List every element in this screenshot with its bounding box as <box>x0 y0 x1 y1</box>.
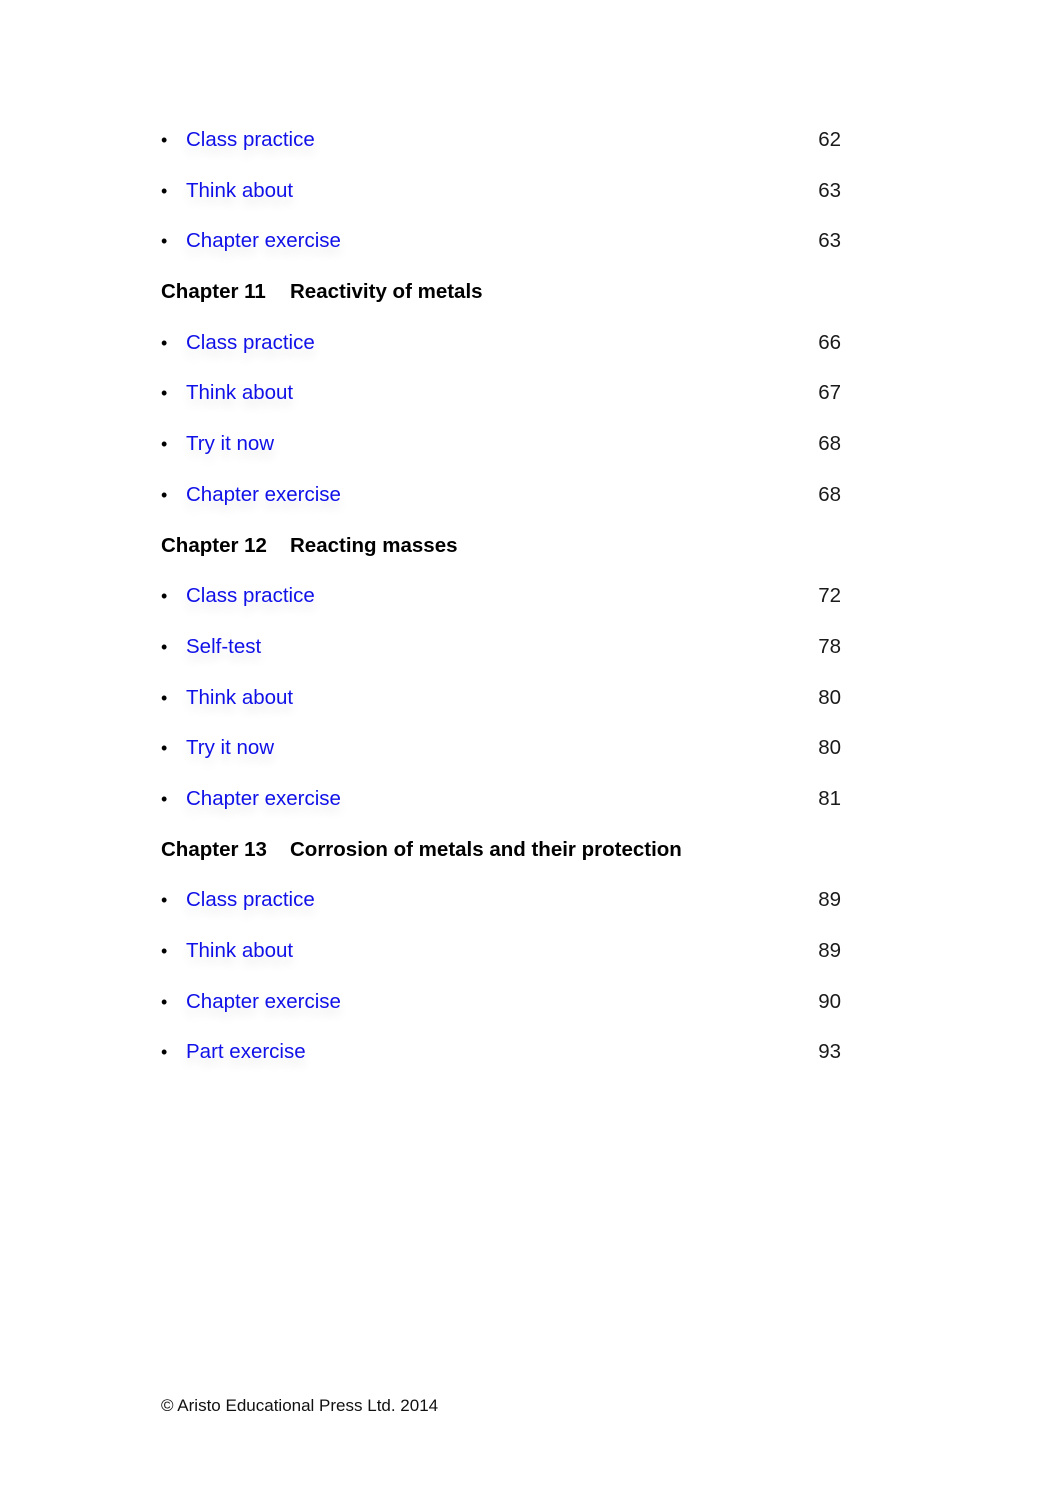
page-number: 93 <box>818 1040 841 1064</box>
toc-entry: • Chapter exercise 63 <box>161 227 841 278</box>
bullet-icon: • <box>161 890 168 911</box>
toc-entry: • Think about 63 <box>161 177 841 228</box>
bullet-icon: • <box>161 231 168 252</box>
chapter-heading: Chapter 13 Corrosion of metals and their … <box>161 836 841 887</box>
toc-link[interactable]: Part exercise <box>186 1038 306 1066</box>
toc-link[interactable]: Class practice <box>186 582 315 610</box>
chapter-title: Reacting masses <box>290 533 458 557</box>
toc-link[interactable]: Think about <box>186 937 293 965</box>
toc-link[interactable]: Try it now <box>186 430 274 458</box>
page-number: 80 <box>818 736 841 760</box>
page-number: 80 <box>818 685 841 709</box>
bullet-icon: • <box>161 434 168 455</box>
toc-link[interactable]: Think about <box>186 379 293 407</box>
bullet-icon: • <box>161 941 168 961</box>
page-number: 81 <box>818 786 841 810</box>
toc-entry: • Chapter exercise 81 <box>161 785 841 836</box>
bullet-icon: • <box>161 788 168 809</box>
table-of-contents: • Class practice 62 • Think about 63 • Chapter … <box>161 126 841 1089</box>
page-number: 67 <box>818 381 841 405</box>
chapter-number: Chapter 13 <box>161 837 267 861</box>
chapter-heading: Chapter 11 Reactivity of metals <box>161 278 841 329</box>
toc-link[interactable]: Chapter exercise <box>186 227 341 255</box>
toc-entry: • Think about 89 <box>161 937 841 988</box>
toc-link[interactable]: Chapter exercise <box>186 785 341 813</box>
bullet-icon: • <box>161 991 168 1012</box>
bullet-icon: • <box>161 130 168 150</box>
page-number: 89 <box>818 888 841 912</box>
toc-link[interactable]: Class practice <box>186 886 315 914</box>
chapter-title: Reactivity of metals <box>290 280 483 304</box>
toc-link[interactable]: Think about <box>186 177 293 205</box>
toc-entry: • Think about 80 <box>161 684 841 735</box>
page-number: 72 <box>818 584 841 608</box>
toc-entry: • Class practice 62 <box>161 126 841 177</box>
toc-link[interactable]: Chapter exercise <box>186 481 341 509</box>
bullet-icon: • <box>161 383 168 404</box>
bullet-icon: • <box>161 180 168 201</box>
chapter-heading: Chapter 12 Reacting masses <box>161 532 841 583</box>
page-number: 66 <box>818 330 841 354</box>
copyright-footer: © Aristo Educational Press Ltd. 2014 <box>161 1396 439 1415</box>
toc-entry: • Try it now 80 <box>161 734 841 785</box>
bullet-icon: • <box>161 484 168 505</box>
toc-entry: • Self-test 78 <box>161 633 841 684</box>
toc-entry: • Part exercise 93 <box>161 1038 841 1089</box>
toc-link[interactable]: Think about <box>186 684 293 712</box>
toc-entry: • Class practice 66 <box>161 329 841 380</box>
toc-link[interactable]: Try it now <box>186 734 274 762</box>
toc-entry: • Think about 67 <box>161 379 841 430</box>
page-number: 90 <box>818 989 841 1013</box>
toc-link[interactable]: Self-test <box>186 633 261 661</box>
toc-link[interactable]: Chapter exercise <box>186 988 341 1016</box>
toc-entry: • Class practice 72 <box>161 582 841 633</box>
bullet-icon: • <box>161 586 168 607</box>
toc-link[interactable]: Class practice <box>186 329 315 357</box>
toc-link[interactable]: Class practice <box>186 126 315 154</box>
page-number: 62 <box>818 128 841 151</box>
chapter-number: Chapter 12 <box>161 533 267 557</box>
chapter-number: Chapter 11 <box>161 280 266 304</box>
chapter-title: Corrosion of metals and their protection <box>290 837 682 861</box>
bullet-icon: • <box>161 1042 168 1063</box>
page-number: 63 <box>818 178 841 202</box>
toc-entry: • Chapter exercise 90 <box>161 988 841 1039</box>
page-number: 68 <box>818 482 841 506</box>
toc-entry: • Try it now 68 <box>161 430 841 481</box>
bullet-icon: • <box>161 687 168 708</box>
page-number: 68 <box>818 432 841 456</box>
page-number: 78 <box>818 634 841 658</box>
page-number: 63 <box>818 229 841 253</box>
toc-entry: • Class practice 89 <box>161 886 841 937</box>
page-number: 89 <box>818 939 841 962</box>
toc-entry: • Chapter exercise 68 <box>161 481 841 532</box>
bullet-icon: • <box>161 636 168 657</box>
bullet-icon: • <box>161 332 168 353</box>
bullet-icon: • <box>161 738 168 759</box>
